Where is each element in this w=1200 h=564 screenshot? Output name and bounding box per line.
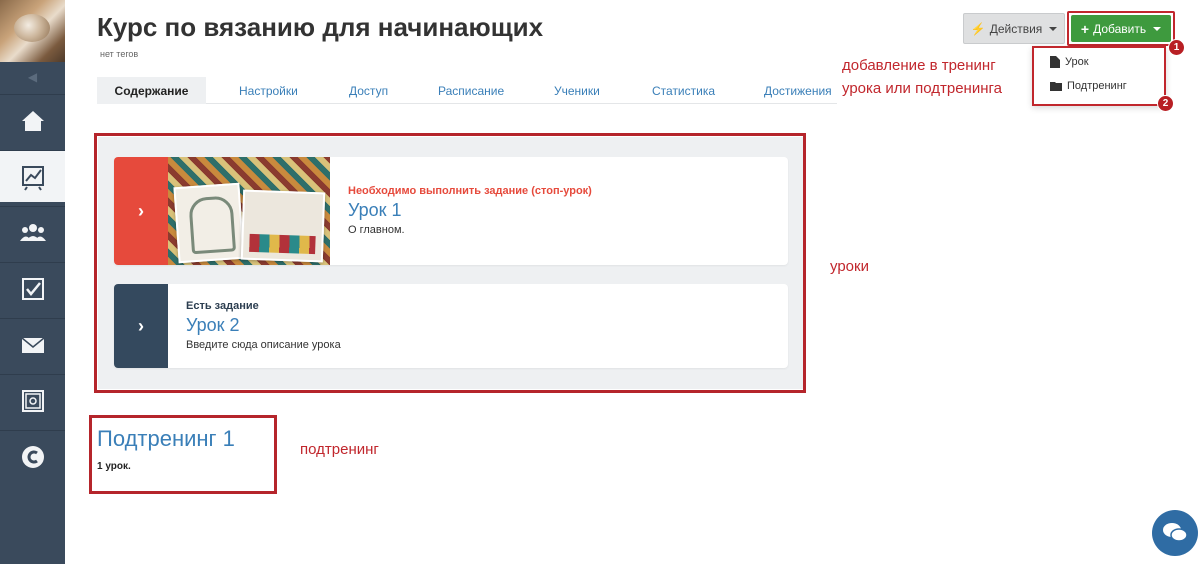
tab-students[interactable]: Ученики (554, 77, 600, 104)
folder-icon (1050, 82, 1062, 91)
chart-icon[interactable] (0, 150, 65, 202)
caret-down-icon (1049, 26, 1058, 31)
lesson-description: О главном. (348, 224, 405, 236)
tab-bar: Содержание Настройки Доступ Расписание У… (97, 77, 837, 104)
tab-access[interactable]: Доступ (349, 77, 388, 104)
lesson-text: Необходимо выполнить задание (стоп-урок)… (348, 185, 592, 236)
mail-icon[interactable] (0, 318, 65, 370)
lesson-card-2[interactable]: › Есть задание Урок 2 Введите сюда описа… (114, 284, 788, 368)
step-badge-2: 2 (1157, 95, 1174, 112)
checkbox-icon[interactable] (0, 262, 65, 314)
add-dropdown-menu: Урок Подтренинг (1032, 46, 1166, 106)
lesson-card-1[interactable]: › Необходимо выполнить задание (стоп-уро… (114, 157, 788, 265)
tags-label[interactable]: нет тегов (100, 49, 138, 59)
tab-settings[interactable]: Настройки (239, 77, 298, 104)
lesson-title[interactable]: Урок 2 (186, 315, 341, 336)
actions-button-label: Действия (989, 21, 1043, 36)
annotation-add-line2: урока или подтренинга (842, 80, 1002, 97)
add-button-highlight: + Добавить (1067, 11, 1175, 46)
page-title: Курс по вязанию для начинающих (97, 12, 544, 42)
home-icon[interactable] (0, 94, 65, 146)
tab-achievements[interactable]: Достижения (764, 77, 832, 104)
annotation-subtraining: подтренинг (300, 441, 379, 458)
lesson-status: Необходимо выполнить задание (стоп-урок) (348, 185, 592, 197)
annotation-add-line1: добавление в тренинг (842, 57, 996, 74)
lesson-title[interactable]: Урок 1 (348, 200, 592, 221)
tab-schedule[interactable]: Расписание (438, 77, 504, 104)
chevron-right-icon[interactable]: › (114, 157, 168, 265)
tab-content[interactable]: Содержание (97, 77, 206, 104)
users-icon[interactable] (0, 206, 65, 258)
dropdown-item-label: Урок (1065, 56, 1089, 68)
step-badge-1: 1 (1168, 39, 1185, 56)
copyright-icon[interactable] (0, 430, 65, 482)
lesson-status: Есть задание (186, 300, 259, 312)
dropdown-item-label: Подтренинг (1067, 80, 1127, 92)
chevron-right-icon[interactable]: › (114, 284, 168, 368)
caret-down-icon (1153, 26, 1162, 31)
add-button[interactable]: + Добавить (1071, 15, 1171, 42)
subtraining-title[interactable]: Подтренинг 1 (97, 426, 235, 452)
bolt-icon: ⚡ (970, 21, 986, 36)
file-icon (1050, 56, 1060, 68)
add-button-label: Добавить (1093, 21, 1147, 36)
dropdown-item-lesson[interactable]: Урок (1050, 56, 1089, 68)
annotation-lessons: уроки (830, 258, 869, 275)
lesson-description: Введите сюда описание урока (186, 339, 341, 351)
collapse-sidebar-icon[interactable]: ◀ (0, 62, 65, 92)
avatar[interactable] (0, 0, 65, 62)
chat-bubble-icon (1163, 523, 1188, 542)
lesson-text: Есть задание Урок 2 Введите сюда описани… (186, 300, 341, 351)
safe-icon[interactable] (0, 374, 65, 426)
tab-statistics[interactable]: Статистика (652, 77, 715, 104)
subtraining-lesson-count: 1 урок. (97, 461, 131, 472)
plus-icon: + (1080, 20, 1090, 37)
lesson-cover-image (168, 157, 330, 265)
sidebar: ◀ (0, 0, 65, 564)
actions-button[interactable]: ⚡ Действия (963, 13, 1065, 44)
dropdown-item-subtraining[interactable]: Подтренинг (1050, 80, 1127, 92)
chat-widget-button[interactable] (1152, 510, 1198, 556)
